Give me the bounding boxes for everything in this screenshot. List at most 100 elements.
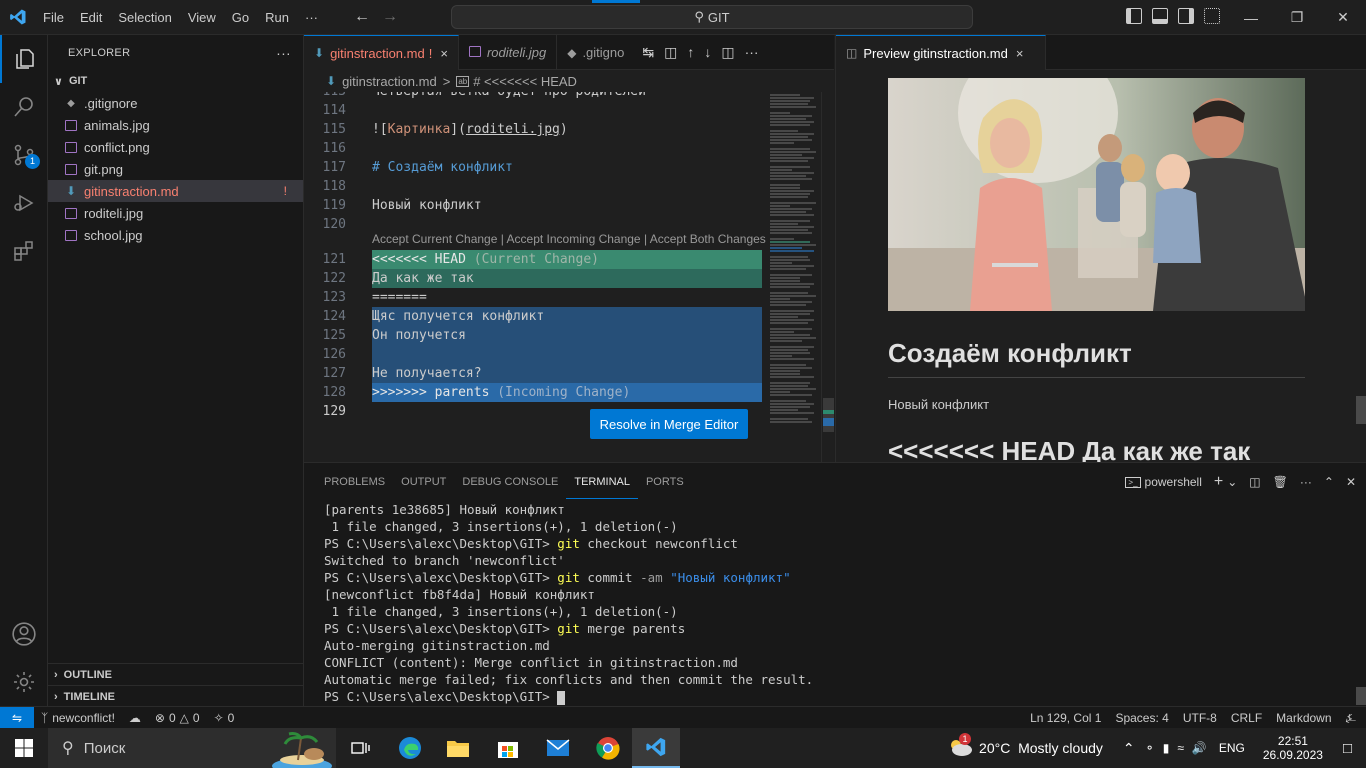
customize-layout-icon[interactable]	[1204, 8, 1220, 24]
toggle-panel-icon[interactable]	[1152, 8, 1168, 24]
back-arrow-icon[interactable]: ←	[348, 8, 376, 26]
meet-now-icon[interactable]: ⚬	[1141, 741, 1159, 755]
volume-icon[interactable]: 🔊	[1188, 741, 1211, 755]
chevron-down-icon[interactable]: ⌄	[1227, 475, 1237, 489]
file-item[interactable]: git.png	[48, 158, 303, 180]
sync-icon[interactable]: ☁	[122, 711, 148, 725]
tab-preview[interactable]: ◫ Preview gitinstraction.md ×	[836, 35, 1046, 70]
account-icon[interactable]	[0, 610, 48, 658]
run-debug-icon[interactable]	[0, 179, 48, 227]
breadcrumb-file[interactable]: gitinstraction.md	[342, 74, 437, 89]
folder-git[interactable]: ∨ GIT	[48, 70, 303, 92]
edge-icon[interactable]	[386, 728, 434, 768]
editor-scrollbar[interactable]	[821, 92, 834, 462]
menu-more[interactable]: ···	[297, 0, 326, 35]
next-conflict-icon[interactable]: ↓	[704, 44, 711, 60]
toggle-sidebar-icon[interactable]	[1126, 8, 1142, 24]
tab-gitinstraction[interactable]: ⬇ gitinstraction.md ! ×	[304, 35, 459, 70]
merge-codelens[interactable]: Accept Current Change | Accept Incoming …	[372, 232, 766, 246]
taskbar-search-box[interactable]: ⚲ Поиск	[48, 728, 336, 768]
file-item[interactable]: roditeli.jpg	[48, 202, 303, 224]
explorer-more-button[interactable]: ···	[276, 45, 291, 61]
ports-indicator[interactable]: ✧ 0	[207, 711, 242, 725]
resolve-in-merge-editor-button[interactable]: Resolve in Merge Editor	[590, 409, 748, 439]
menu-selection[interactable]: Selection	[110, 0, 179, 35]
menu-go[interactable]: Go	[224, 0, 257, 35]
tab-terminal[interactable]: TERMINAL	[566, 463, 638, 499]
tab-problems[interactable]: PROBLEMS	[316, 463, 393, 499]
tab-debug-console[interactable]: DEBUG CONSOLE	[454, 463, 566, 499]
mail-icon[interactable]	[534, 728, 582, 768]
notifications-icon[interactable]: □	[1333, 740, 1366, 757]
file-explorer-icon[interactable]	[434, 728, 482, 768]
compare-changes-icon[interactable]: ↹	[642, 44, 654, 61]
timeline-section[interactable]: › TIMELINE	[48, 686, 304, 708]
vscode-taskbar-icon[interactable]	[632, 728, 680, 768]
split-terminal-icon[interactable]: ◫	[1249, 475, 1260, 489]
wifi-icon[interactable]: ≈	[1173, 741, 1188, 755]
outline-section[interactable]: › OUTLINE	[48, 664, 304, 686]
encoding[interactable]: UTF-8	[1176, 711, 1224, 725]
close-icon[interactable]: ×	[1016, 46, 1024, 61]
cursor-position[interactable]: Ln 129, Col 1	[1023, 711, 1108, 725]
tab-gitignore[interactable]: ◆ .gitigno	[557, 35, 634, 70]
notifications-bell-icon[interactable]: ⍼	[1339, 711, 1366, 726]
remote-indicator-icon[interactable]: ⇋	[0, 706, 34, 729]
more-actions-icon[interactable]: ···	[745, 44, 759, 60]
manage-gear-icon[interactable]	[0, 658, 48, 706]
terminal-shell-label[interactable]: powershell	[1145, 475, 1202, 489]
file-item[interactable]: ⬇ gitinstraction.md!	[48, 180, 303, 202]
tab-output[interactable]: OUTPUT	[393, 463, 454, 499]
microsoft-store-icon[interactable]	[484, 728, 532, 768]
windows-start-icon[interactable]	[0, 728, 48, 768]
extensions-icon[interactable]	[0, 227, 48, 275]
menu-view[interactable]: View	[180, 0, 224, 35]
file-item[interactable]: school.jpg	[48, 224, 303, 246]
input-language[interactable]: ENG	[1211, 741, 1253, 755]
file-item[interactable]: conflict.png	[48, 136, 303, 158]
chevron-up-icon[interactable]: ⌃	[1117, 740, 1141, 757]
open-preview-icon[interactable]: ◫	[664, 44, 677, 61]
code-editor[interactable]: 113Четвертая ветка будет про родителей11…	[304, 92, 834, 462]
menu-edit[interactable]: Edit	[72, 0, 110, 35]
terminal-scroll-thumb[interactable]	[1356, 687, 1366, 705]
close-icon[interactable]: ×	[440, 46, 448, 61]
toggle-secondary-sidebar-icon[interactable]	[1178, 8, 1194, 24]
minimize-button[interactable]: —	[1228, 0, 1274, 35]
task-view-icon[interactable]	[336, 728, 384, 768]
breadcrumb-symbol[interactable]: # <<<<<<< HEAD	[473, 74, 577, 89]
source-control-icon[interactable]: 1	[0, 131, 48, 179]
restore-button[interactable]: ❐	[1274, 0, 1320, 35]
search-icon[interactable]	[0, 83, 48, 131]
trash-icon[interactable]: 🗑	[1273, 475, 1288, 489]
terminal-output[interactable]: [parents 1e38685] Новый конфликт 1 file …	[324, 501, 1354, 705]
language-mode[interactable]: Markdown	[1269, 711, 1338, 725]
menu-file[interactable]: File	[35, 0, 72, 35]
line-ending[interactable]: CRLF	[1224, 711, 1269, 725]
close-panel-icon[interactable]: ✕	[1346, 475, 1356, 489]
close-window-button[interactable]: ✕	[1320, 0, 1366, 35]
scroll-thumb[interactable]	[823, 398, 834, 432]
tab-ports[interactable]: PORTS	[638, 463, 692, 499]
previous-conflict-icon[interactable]: ↑	[687, 44, 694, 60]
split-editor-icon[interactable]: ◫	[721, 44, 734, 61]
preview-scroll-thumb[interactable]	[1356, 396, 1366, 424]
tab-roditeli[interactable]: roditeli.jpg	[459, 35, 558, 70]
file-item[interactable]: animals.jpg	[48, 114, 303, 136]
problems-indicator[interactable]: ⊗ 0 △ 0	[148, 711, 207, 725]
chrome-icon[interactable]	[584, 728, 632, 768]
forward-arrow-icon[interactable]: →	[376, 8, 404, 26]
weather-widget[interactable]: 1 20°C Mostly cloudy	[933, 732, 1117, 760]
more-actions-icon[interactable]: ···	[1300, 475, 1312, 489]
file-item[interactable]: ◆ .gitignore	[48, 92, 303, 114]
battery-icon[interactable]: ▮	[1159, 741, 1174, 755]
minimap[interactable]	[770, 92, 820, 432]
maximize-panel-icon[interactable]: ⌃	[1324, 475, 1334, 489]
command-center-search[interactable]: ⚲ GIT	[451, 0, 973, 29]
explorer-icon[interactable]	[0, 35, 48, 83]
clock[interactable]: 22:51 26.09.2023	[1253, 734, 1333, 762]
indentation[interactable]: Spaces: 4	[1108, 711, 1175, 725]
branch-indicator[interactable]: ᛉ newconflict!	[34, 711, 122, 725]
markdown-preview[interactable]: Создаём конфликт Новый конфликт <<<<<<< …	[835, 70, 1366, 462]
new-terminal-icon[interactable]: +	[1214, 473, 1223, 491]
